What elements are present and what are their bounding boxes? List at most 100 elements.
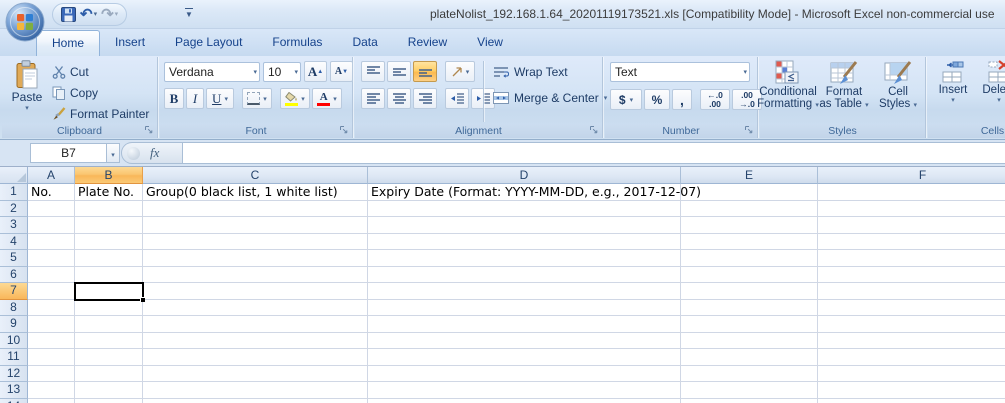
delete-cells-button[interactable]: Delete ▾ bbox=[978, 60, 1005, 123]
cell-A6[interactable] bbox=[28, 267, 75, 284]
cell-C1[interactable]: Group(0 black list, 1 white list) bbox=[143, 184, 368, 201]
underline-button[interactable]: U▾ bbox=[206, 88, 234, 109]
increase-decimal-button[interactable]: ←.0.00 bbox=[700, 89, 730, 110]
tab-view[interactable]: View bbox=[462, 30, 518, 54]
cell-B3[interactable] bbox=[75, 217, 143, 234]
align-left-button[interactable] bbox=[361, 88, 385, 109]
font-color-button[interactable]: A ▾ bbox=[312, 88, 342, 109]
cell-D14[interactable] bbox=[368, 399, 681, 403]
cell-D2[interactable] bbox=[368, 201, 681, 218]
row-header-8[interactable]: 8 bbox=[0, 300, 28, 317]
cell-D13[interactable] bbox=[368, 382, 681, 399]
cell-C4[interactable] bbox=[143, 234, 368, 251]
cell-C14[interactable] bbox=[143, 399, 368, 403]
cell-A13[interactable] bbox=[28, 382, 75, 399]
cell-B6[interactable] bbox=[75, 267, 143, 284]
cut-button[interactable]: Cut bbox=[52, 62, 149, 82]
cell-F14[interactable] bbox=[818, 399, 1005, 403]
cell-D10[interactable] bbox=[368, 333, 681, 350]
cell-A14[interactable] bbox=[28, 399, 75, 403]
orientation-button[interactable]: ▾ bbox=[445, 61, 475, 82]
cell-A12[interactable] bbox=[28, 366, 75, 383]
number-dialog-launcher[interactable] bbox=[744, 125, 755, 136]
shrink-font-button[interactable]: A▼ bbox=[330, 61, 353, 82]
cell-F2[interactable] bbox=[818, 201, 1005, 218]
save-icon[interactable] bbox=[61, 7, 76, 22]
align-right-button[interactable] bbox=[413, 88, 437, 109]
name-box-dropdown[interactable]: ▾ bbox=[106, 143, 120, 163]
row-header-14[interactable]: 14 bbox=[0, 399, 28, 403]
tab-review[interactable]: Review bbox=[393, 30, 462, 54]
row-header-6[interactable]: 6 bbox=[0, 267, 28, 284]
cell-D7[interactable] bbox=[368, 283, 681, 300]
top-align-button[interactable] bbox=[361, 61, 385, 82]
cell-A9[interactable] bbox=[28, 316, 75, 333]
cell-A4[interactable] bbox=[28, 234, 75, 251]
cell-C3[interactable] bbox=[143, 217, 368, 234]
cell-A3[interactable] bbox=[28, 217, 75, 234]
font-dialog-launcher[interactable] bbox=[339, 125, 350, 136]
fill-color-button[interactable]: ▾ bbox=[280, 88, 310, 109]
name-box[interactable]: B7 bbox=[30, 143, 106, 163]
cell-E13[interactable] bbox=[681, 382, 818, 399]
tab-data[interactable]: Data bbox=[337, 30, 392, 54]
cell-E7[interactable] bbox=[681, 283, 818, 300]
cell-F4[interactable] bbox=[818, 234, 1005, 251]
format-painter-button[interactable]: Format Painter bbox=[52, 104, 149, 124]
cell-D1[interactable]: Expiry Date (Format: YYYY-MM-DD, e.g., 2… bbox=[368, 184, 681, 201]
cell-A5[interactable] bbox=[28, 250, 75, 267]
cell-E1[interactable] bbox=[681, 184, 818, 201]
cell-A10[interactable] bbox=[28, 333, 75, 350]
paste-dropdown[interactable]: ▾ bbox=[25, 104, 29, 112]
accounting-format-button[interactable]: $▾ bbox=[610, 89, 642, 110]
cell-A7[interactable] bbox=[28, 283, 75, 300]
decrease-indent-button[interactable] bbox=[445, 88, 469, 109]
cell-C2[interactable] bbox=[143, 201, 368, 218]
cell-D9[interactable] bbox=[368, 316, 681, 333]
cell-E14[interactable] bbox=[681, 399, 818, 403]
cell-E5[interactable] bbox=[681, 250, 818, 267]
cell-C7[interactable] bbox=[143, 283, 368, 300]
cell-D11[interactable] bbox=[368, 349, 681, 366]
column-header-C[interactable]: C bbox=[143, 167, 368, 184]
column-header-F[interactable]: F bbox=[818, 167, 1005, 184]
cell-B5[interactable] bbox=[75, 250, 143, 267]
cell-B12[interactable] bbox=[75, 366, 143, 383]
cell-C13[interactable] bbox=[143, 382, 368, 399]
column-header-B[interactable]: B bbox=[75, 167, 143, 184]
row-header-1[interactable]: 1 bbox=[0, 184, 28, 201]
tab-page-layout[interactable]: Page Layout bbox=[160, 30, 257, 54]
cell-D5[interactable] bbox=[368, 250, 681, 267]
cell-E12[interactable] bbox=[681, 366, 818, 383]
cell-B13[interactable] bbox=[75, 382, 143, 399]
cell-B2[interactable] bbox=[75, 201, 143, 218]
cell-E8[interactable] bbox=[681, 300, 818, 317]
font-family-combo[interactable]: Verdana▾ bbox=[164, 62, 260, 82]
undo-button[interactable]: ↶▾ bbox=[80, 7, 97, 22]
format-as-table-button[interactable]: Format as Table ▾ bbox=[818, 60, 870, 123]
cell-F9[interactable] bbox=[818, 316, 1005, 333]
row-header-2[interactable]: 2 bbox=[0, 201, 28, 218]
cell-B10[interactable] bbox=[75, 333, 143, 350]
row-header-3[interactable]: 3 bbox=[0, 217, 28, 234]
cell-F5[interactable] bbox=[818, 250, 1005, 267]
insert-cells-button[interactable]: Insert ▾ bbox=[932, 60, 974, 123]
cell-A1[interactable]: No. bbox=[28, 184, 75, 201]
cell-E10[interactable] bbox=[681, 333, 818, 350]
row-header-9[interactable]: 9 bbox=[0, 316, 28, 333]
number-format-combo[interactable]: Text▾ bbox=[610, 62, 750, 82]
row-header-13[interactable]: 13 bbox=[0, 382, 28, 399]
cell-C6[interactable] bbox=[143, 267, 368, 284]
cell-E4[interactable] bbox=[681, 234, 818, 251]
grow-font-button[interactable]: A▲ bbox=[304, 61, 327, 82]
cell-A2[interactable] bbox=[28, 201, 75, 218]
clipboard-dialog-launcher[interactable] bbox=[144, 125, 155, 136]
cell-styles-button[interactable]: Cell Styles ▾ bbox=[872, 60, 924, 123]
percent-style-button[interactable]: % bbox=[644, 89, 670, 110]
cell-D3[interactable] bbox=[368, 217, 681, 234]
align-center-button[interactable] bbox=[387, 88, 411, 109]
cell-F13[interactable] bbox=[818, 382, 1005, 399]
middle-align-button[interactable] bbox=[387, 61, 411, 82]
row-header-7[interactable]: 7 bbox=[0, 283, 28, 300]
cell-F6[interactable] bbox=[818, 267, 1005, 284]
